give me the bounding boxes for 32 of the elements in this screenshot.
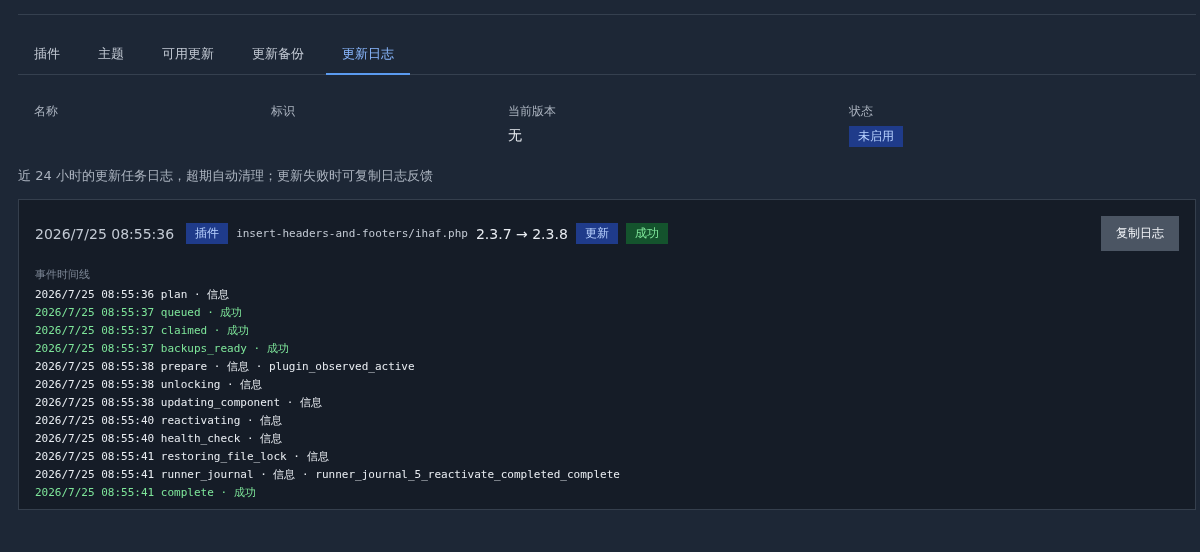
tab[interactable]: 更新日志: [326, 39, 410, 75]
log-line: 2026/7/25 08:55:40 reactivating · 信息: [35, 413, 284, 429]
log-note: 近 24 小时的更新任务日志，超期自动清理；更新失败时可复制日志反馈: [18, 167, 434, 185]
log-line: 2026/7/25 08:55:37 backups_ready · 成功: [35, 341, 290, 357]
log-line: 2026/7/25 08:55:41 runner_journal · 信息 · runner_journal_5_reactivate_completed_complete: [35, 467, 621, 483]
log-line: 2026/7/25 08:55:40 health_check · 信息: [35, 431, 284, 447]
log-line: 2026/7/25 08:55:41 restoring_file_lock · 信息: [35, 449, 330, 465]
column-header: 标识: [271, 104, 295, 118]
column-header: 名称: [34, 104, 58, 118]
table-cell: 无: [508, 127, 522, 145]
log-line: 2026/7/25 08:55:38 updating_component · 信息: [35, 395, 323, 411]
result-badge: 成功: [625, 223, 668, 244]
column-header: 状态: [849, 104, 873, 118]
column-header: 当前版本: [508, 104, 556, 118]
file-path: insert-headers-and-footers/ihaf.php: [236, 227, 468, 240]
tab[interactable]: 插件: [18, 39, 76, 75]
log-line: 2026/7/25 08:55:36 plan · 信息: [35, 287, 231, 303]
log-line: 2026/7/25 08:55:37 queued · 成功: [35, 305, 244, 321]
tab[interactable]: 主题: [82, 39, 140, 75]
type-badge: 插件: [186, 223, 229, 244]
log-line: 2026/7/25 08:55:38 prepare · 信息 · plugin_observed_active: [35, 359, 416, 375]
action-badge: 更新: [575, 223, 618, 244]
tab[interactable]: 更新备份: [236, 39, 320, 75]
log-line: 2026/7/25 08:55:38 unlocking · 信息: [35, 377, 264, 393]
timeline-title: 事件时间线: [35, 267, 91, 282]
tab[interactable]: 可用更新: [146, 39, 230, 75]
status-badge: 未启用: [849, 125, 903, 147]
log-line: 2026/7/25 08:55:37 claimed · 成功: [35, 323, 251, 339]
log-time: 2026/7/25 08:55:36: [35, 225, 175, 242]
version-change: 2.3.7 → 2.3.8: [475, 225, 568, 242]
log-line: 2026/7/25 08:55:41 complete · 成功: [35, 485, 257, 501]
copy-log-button[interactable]: 复制日志: [1101, 216, 1179, 251]
